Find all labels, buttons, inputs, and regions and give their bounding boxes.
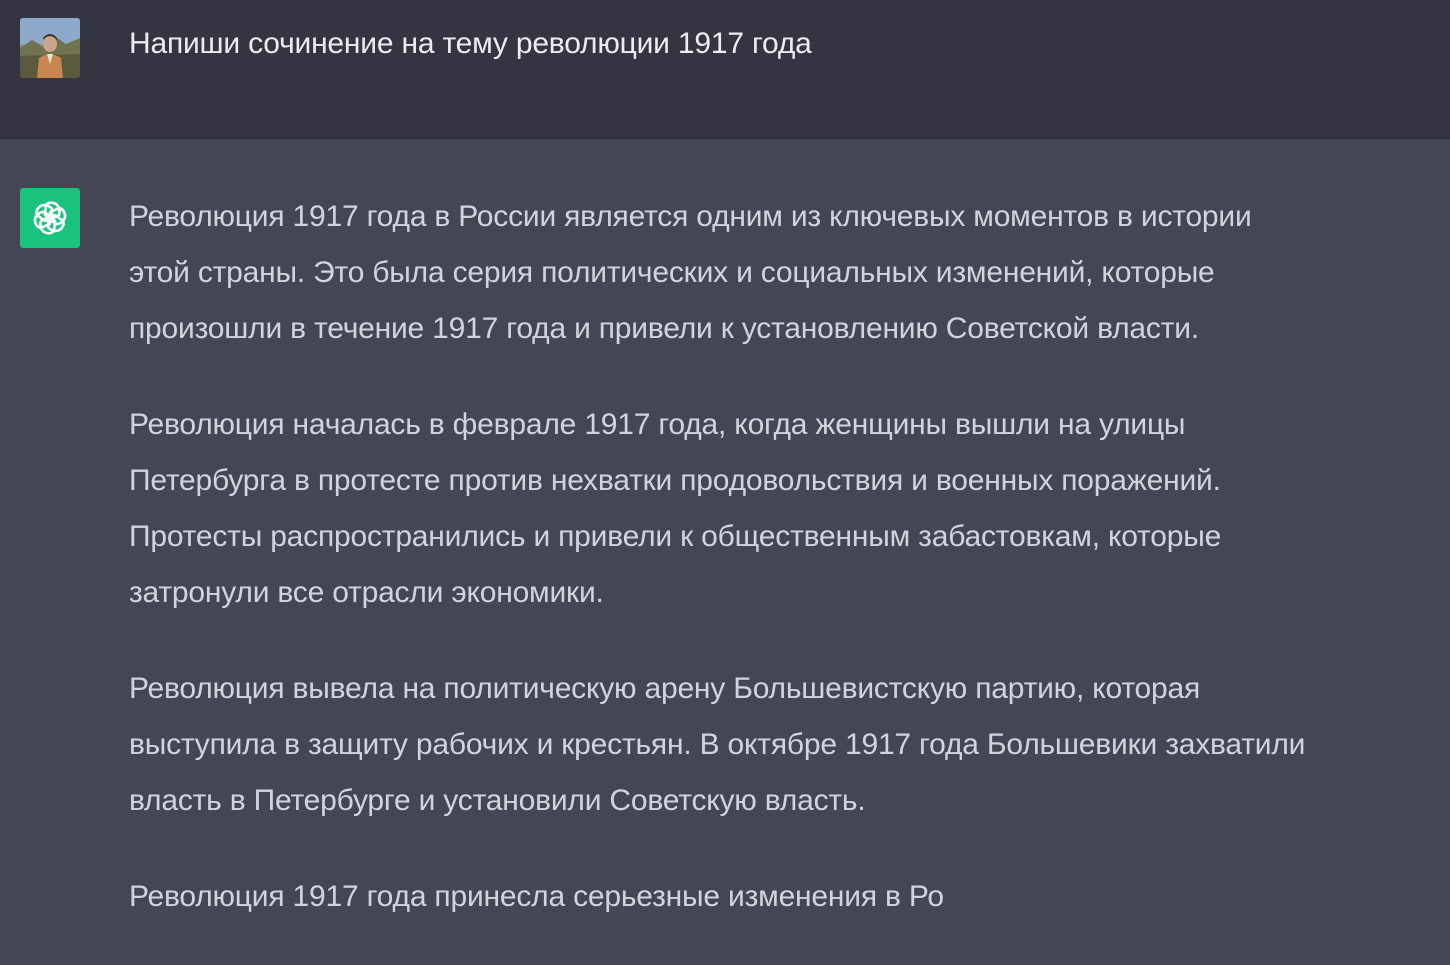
paragraph-line: произошли в течение 1917 года и привели … [129, 312, 1199, 345]
assistant-paragraph: Революция 1917 года в России является од… [129, 189, 1429, 357]
user-avatar [20, 18, 80, 78]
assistant-message-text: Революция 1917 года в России является од… [129, 189, 1429, 965]
user-message-row: Напиши сочинение на тему революции 1917 … [0, 0, 1450, 139]
paragraph-line: Революция началась в феврале 1917 года, … [129, 408, 1186, 441]
assistant-paragraph: Революция вывела на политическую арену Б… [129, 661, 1429, 829]
paragraph-line: этой страны. Это была серия политических… [129, 256, 1215, 289]
paragraph-line: Революция вывела на политическую арену Б… [129, 672, 1201, 705]
paragraph-line: выступила в защиту рабочих и крестьян. В… [129, 728, 1306, 761]
openai-logo-icon [33, 201, 67, 235]
paragraph-line: власть в Петербурге и установили Советск… [129, 784, 866, 817]
user-message-text: Напиши сочинение на тему революции 1917 … [129, 27, 812, 60]
paragraph-line: затронули все отрасли экономики. [129, 576, 604, 609]
assistant-avatar [20, 188, 80, 248]
assistant-message-row: Революция 1917 года в России является од… [0, 139, 1450, 942]
paragraph-line: Петербурга в протесте против нехватки пр… [129, 464, 1221, 497]
paragraph-line: Революция 1917 года принесла серьезные и… [129, 880, 944, 913]
paragraph-line: Революция 1917 года в России является од… [129, 200, 1252, 233]
paragraph-line: Протесты распространились и привели к об… [129, 520, 1222, 553]
assistant-paragraph: Революция началась в феврале 1917 года, … [129, 397, 1429, 621]
user-photo-avatar-icon [20, 18, 80, 78]
assistant-paragraph: Революция 1917 года принесла серьезные и… [129, 869, 1429, 925]
